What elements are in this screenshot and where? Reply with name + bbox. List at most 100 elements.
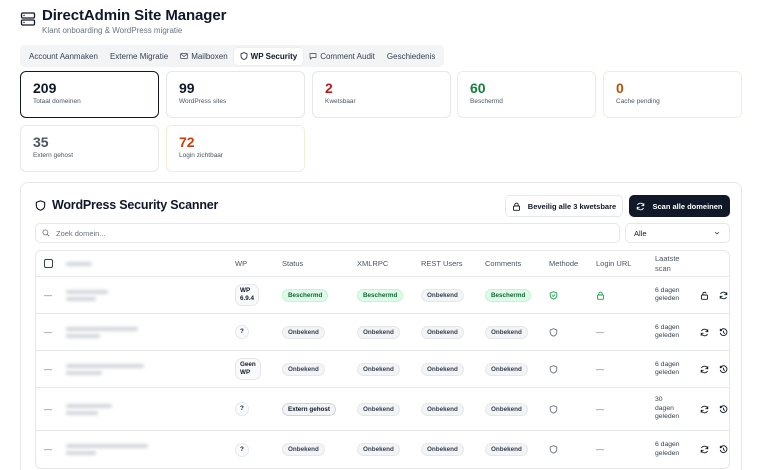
wp-version-badge: Geen WP [235, 358, 261, 380]
stat-value: 2 [325, 80, 333, 96]
table-row[interactable]: — Geen WP Onbekend Onbekend Onbekend Onbe… [36, 351, 729, 388]
domain-name-blurred [66, 326, 138, 338]
status-badge: Onbekend [282, 443, 325, 456]
shield-icon [549, 445, 558, 454]
last-scan-line1: 6 dagen [655, 286, 680, 294]
row-dash: — [44, 364, 52, 374]
rescan-button[interactable] [700, 314, 709, 350]
app-subtitle: Klant onboarding & WordPress migratie [42, 26, 183, 35]
wp-version-badge: ? [235, 442, 249, 457]
th-last-scan[interactable]: Laatste scan [655, 251, 680, 276]
tab-mailboxen[interactable]: Mailboxen [174, 48, 233, 65]
scanner-title-text: WordPress Security Scanner [52, 198, 219, 212]
th-status[interactable]: Status [282, 251, 303, 276]
rest-users-badge: Onbekend [421, 362, 464, 376]
last-scan-line2: geleden [655, 369, 680, 376]
table-row[interactable]: — ? Extern gehost Onbekend Onbekend Onbe… [36, 388, 729, 431]
history-button[interactable] [719, 431, 728, 468]
stat-card-external-hosted[interactable]: 35 Extern gehost [20, 125, 159, 172]
login-url-value: — [596, 445, 604, 454]
tab-wp-security[interactable]: WP Security [233, 47, 304, 65]
last-scan-line2: geleden [655, 449, 680, 457]
th-xmlrpc[interactable]: XMLRPC [357, 251, 388, 276]
refresh-icon [719, 291, 728, 299]
shield-icon [549, 364, 558, 374]
security-scanner-panel: WordPress Security Scanner Beveilig alle… [20, 182, 742, 470]
button-label: Beveilig alle 3 kwetsbare [527, 201, 617, 211]
rest-users-badge: Onbekend [421, 402, 464, 416]
tab-label: Geschiedenis [386, 51, 436, 61]
stat-card-protected[interactable]: 60 Beschermd [457, 71, 596, 118]
last-scan-line2: dagen [655, 404, 674, 412]
select-value: Alle [634, 228, 647, 238]
th-rest-users[interactable]: REST Users [421, 251, 463, 276]
secure-all-vulnerable-button[interactable]: Beveilig alle 3 kwetsbare [505, 195, 623, 217]
rest-users-badge: Onbekend [421, 443, 464, 456]
last-scan-line1: 6 dagen [655, 323, 680, 331]
status-badge: Onbekend [282, 325, 325, 339]
status-badge: Onbekend [282, 362, 325, 376]
history-button[interactable] [719, 351, 728, 387]
domain-name-blurred [66, 444, 148, 455]
th-comments[interactable]: Comments [485, 251, 521, 276]
tab-geschiedenis[interactable]: Geschiedenis [381, 48, 441, 65]
rescan-button[interactable] [700, 351, 709, 387]
th-login-url[interactable]: Login URL [596, 251, 631, 276]
tab-account-aanmaken[interactable]: Account Aanmaken [23, 48, 104, 65]
last-scan-line2: geleden [655, 295, 680, 302]
rescan-button[interactable] [719, 277, 728, 313]
comments-badge: Onbekend [485, 402, 528, 416]
stat-value: 60 [470, 80, 486, 96]
stat-card-login-visible[interactable]: 72 Login zichtbaar [166, 125, 305, 172]
comments-badge: Onbekend [485, 325, 528, 339]
table-header-row: WP Status XMLRPC REST Users Comments Met… [36, 251, 729, 277]
domain-search-input[interactable]: Zoek domein... [35, 223, 620, 243]
row-dash: — [44, 290, 52, 300]
rest-users-badge: Onbekend [421, 325, 464, 339]
history-icon [719, 327, 728, 336]
xmlrpc-badge: Beschermd [357, 288, 404, 302]
wp-line1: ? [240, 405, 244, 412]
refresh-icon [700, 328, 709, 336]
select-all-checkbox[interactable] [44, 259, 53, 268]
xmlrpc-badge: Onbekend [357, 443, 400, 456]
table-row[interactable]: — ? Onbekend Onbekend Onbekend Onbekend … [36, 431, 729, 468]
history-button[interactable] [719, 388, 728, 430]
status-filter-select[interactable]: Alle [625, 223, 730, 243]
domain-name-blurred [66, 289, 108, 301]
last-scan-line3: geleden [655, 413, 680, 421]
stat-card-vulnerable[interactable]: 2 Kwetsbaar [312, 71, 451, 118]
th-wp[interactable]: WP [235, 251, 247, 276]
shield-icon [240, 52, 248, 60]
th-last-scan-line1: Laatste [655, 253, 680, 263]
comments-badge: Onbekend [485, 443, 528, 456]
history-icon [719, 364, 728, 373]
tab-label: Externe Migratie [109, 51, 169, 61]
scanner-title: WordPress Security Scanner [35, 198, 218, 212]
history-button[interactable] [719, 314, 728, 350]
stat-label: Cache pending [616, 98, 660, 105]
last-scan: 6 dagen geleden [655, 314, 680, 350]
stat-card-cache-pending[interactable]: 0 Cache pending [603, 71, 742, 118]
last-scan: 6 dagen geleden [655, 431, 680, 468]
tab-label: Mailboxen [191, 51, 228, 61]
unlock-button[interactable] [700, 277, 709, 313]
last-scan-line2: geleden [655, 332, 680, 339]
login-url-value: — [596, 404, 604, 414]
rescan-button[interactable] [700, 388, 709, 430]
table-row[interactable]: — WP 6.9.4 Beschermd Beschermd Onbekend B… [36, 277, 729, 314]
lock-icon [597, 291, 604, 300]
stat-card-total-domains[interactable]: 209 Totaal domeinen [20, 71, 159, 118]
tab-externe-migratie[interactable]: Externe Migratie [104, 48, 174, 65]
scan-all-domains-button[interactable]: Scan alle domeinen [629, 195, 730, 217]
row-dash: — [44, 327, 52, 337]
stat-value: 209 [33, 80, 57, 96]
search-icon [42, 229, 50, 237]
th-last-scan-line2: scan [655, 263, 671, 273]
comments-badge: Beschermd [485, 288, 532, 302]
stat-card-wordpress-sites[interactable]: 99 WordPress sites [166, 71, 305, 118]
table-row[interactable]: — ? Onbekend Onbekend Onbekend Onbekend … [36, 314, 729, 351]
rescan-button[interactable] [700, 431, 709, 468]
tab-comment-audit[interactable]: Comment Audit [303, 48, 381, 65]
th-methode[interactable]: Methode [549, 251, 578, 276]
